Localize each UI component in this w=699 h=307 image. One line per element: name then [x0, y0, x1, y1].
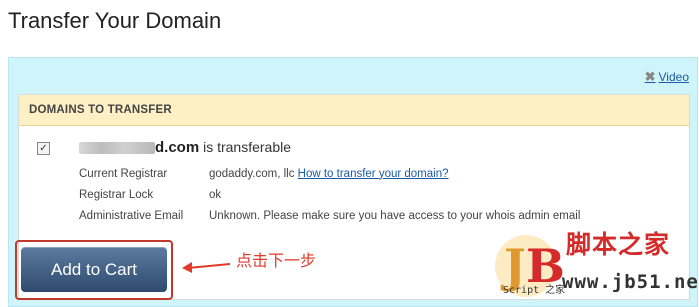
close-x-icon: ✖ [644, 69, 656, 84]
how-to-transfer-link[interactable]: How to transfer your domain? [298, 168, 449, 180]
detail-label: Administrative Email [79, 209, 184, 222]
domain-status: is transferable [203, 139, 292, 155]
domain-suffix: d.com [155, 139, 200, 156]
page-title: Transfer Your Domain [8, 8, 222, 33]
domains-box-header: DOMAINS TO TRANSFER [19, 95, 689, 126]
registrar-value: godaddy.com, llc [209, 167, 295, 180]
redacted-domain [79, 142, 155, 155]
watermark-url: www.jb51.net [562, 271, 699, 293]
detail-row: Administrative Email Unknown. Please mak… [79, 205, 580, 226]
detail-value: Unknown. Please make sure you have acces… [209, 209, 581, 222]
watermark-script-text: Script 之家 [503, 285, 566, 296]
detail-row: Registrar Lock ok [79, 184, 580, 205]
detail-value: godaddy.com, llc How to transfer your do… [209, 168, 449, 180]
domain-status-line: d.com is transferable [79, 139, 291, 156]
add-to-cart-button[interactable]: Add to Cart [21, 247, 167, 292]
domain-checkbox[interactable]: ✓ [37, 142, 50, 155]
left-arrow-icon [182, 262, 231, 273]
detail-label: Registrar Lock [79, 188, 154, 201]
detail-row: Current Registrar godaddy.com, llc How t… [79, 163, 580, 184]
detail-value: ok [209, 188, 222, 201]
video-label: Video [658, 70, 689, 84]
watermark-site-name: 脚本之家 [566, 231, 671, 259]
highlight-frame: Add to Cart [15, 240, 173, 300]
detail-label: Current Registrar [79, 167, 168, 180]
annotation-note: 点击下一步 [236, 253, 317, 270]
video-link[interactable]: ✖ Video [645, 69, 689, 85]
domain-details: Current Registrar godaddy.com, llc How t… [79, 163, 580, 226]
